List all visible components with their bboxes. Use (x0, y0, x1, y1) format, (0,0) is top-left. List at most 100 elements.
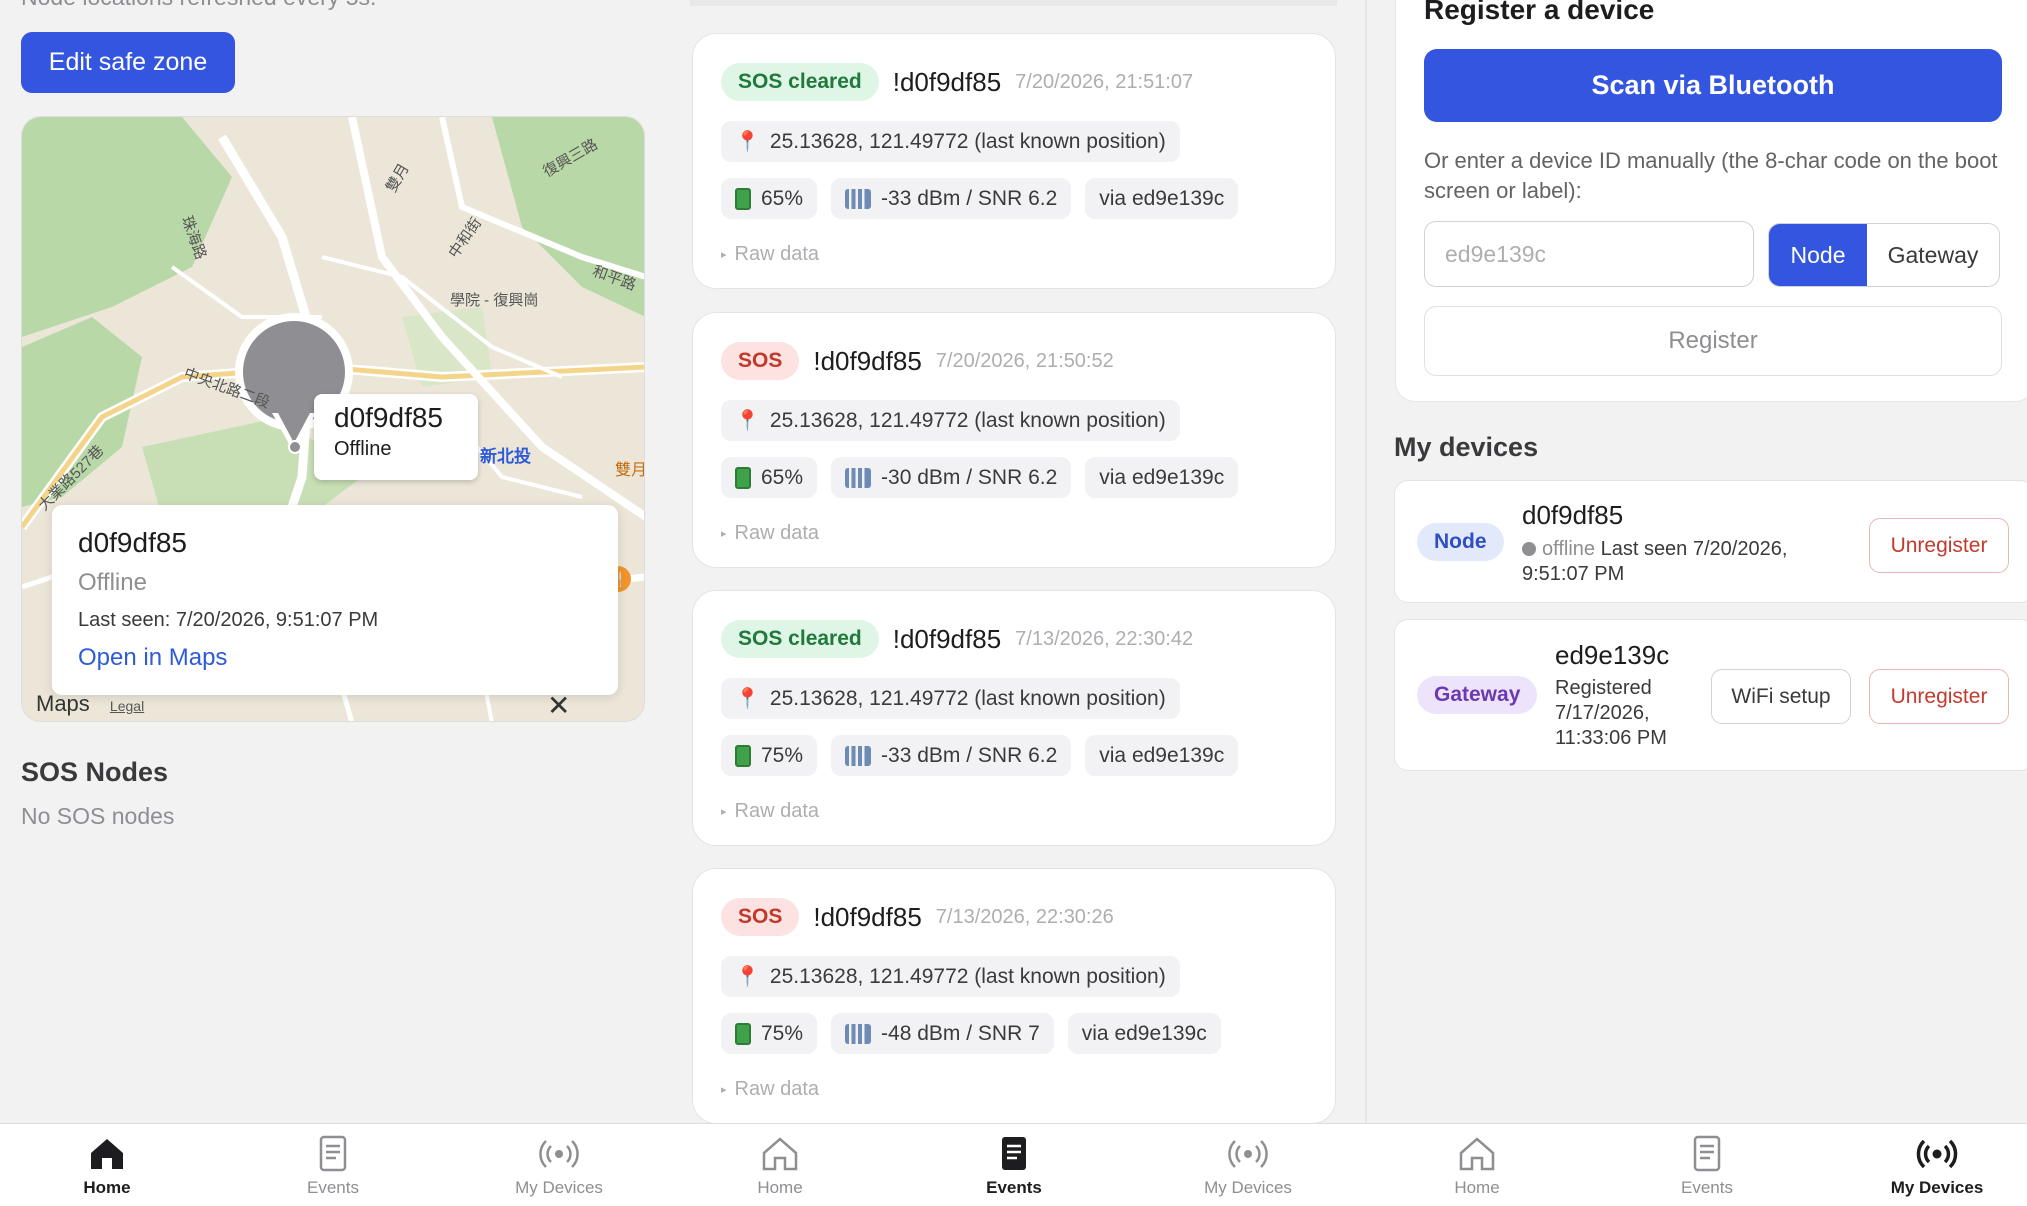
map-label: 新北投 (480, 447, 531, 466)
tab-home[interactable]: Home (22, 1124, 192, 1206)
event-timestamp: 7/20/2026, 21:51:07 (1015, 70, 1194, 93)
location-pin-icon: 📍 (735, 410, 760, 432)
tab-my-devices[interactable]: My Devices (1163, 1124, 1333, 1206)
disclosure-triangle-icon: ▸ (721, 528, 727, 541)
top-divider (690, 0, 1337, 6)
events-icon (1002, 1137, 1026, 1170)
broadcast-icon (539, 1140, 579, 1168)
device-state: offline (1542, 538, 1596, 560)
event-type-badge: SOS cleared (721, 620, 879, 658)
events-icon (319, 1135, 347, 1172)
scan-bluetooth-button[interactable]: Scan via Bluetooth (1424, 49, 2002, 122)
event-node-id: !d0f9df85 (813, 345, 922, 376)
tab-label: Home (83, 1178, 131, 1197)
tab-events[interactable]: Events (248, 1124, 418, 1206)
battery-text: 65% (761, 465, 804, 489)
position-chip: 📍 25.13628, 121.49772 (last known positio… (721, 121, 1180, 162)
event-timestamp: 7/20/2026, 21:50:52 (935, 349, 1114, 372)
close-icon[interactable]: ✕ (547, 689, 570, 721)
event-timestamp: 7/13/2026, 22:30:26 (935, 905, 1114, 928)
battery-chip: 65% (721, 178, 818, 219)
event-card: SOS !d0f9df85 7/13/2026, 22:30:26 📍 25.13… (692, 868, 1336, 1124)
tab-label: My Devices (515, 1178, 603, 1197)
open-in-maps-link[interactable]: Open in Maps (78, 644, 227, 672)
position-text: 25.13628, 121.49772 (last known position… (769, 408, 1166, 432)
battery-text: 75% (761, 743, 804, 767)
tab-bar-devices: Home Events My Devices (1366, 1123, 2027, 1206)
events-screen: SOS cleared !d0f9df85 7/20/2026, 21:51:0… (690, 0, 1337, 1124)
tab-label: My Devices (1890, 1178, 1984, 1197)
tab-bar-home: Home Events My Devices (0, 1123, 676, 1206)
tab-label: Home (1454, 1178, 1500, 1197)
refresh-note: Node locations refreshed every 5s. (21, 0, 376, 11)
raw-data-label: Raw data (734, 243, 820, 265)
battery-icon (735, 466, 751, 489)
device-id-input[interactable] (1424, 221, 1754, 287)
tab-home[interactable]: Home (695, 1124, 865, 1206)
tab-label: Home (757, 1178, 803, 1197)
home-icon (762, 1137, 798, 1171)
edit-safe-zone-button[interactable]: Edit safe zone (21, 32, 235, 93)
map-pin-callout[interactable]: d0f9df85 Offline (314, 394, 478, 480)
signal-icon (845, 1023, 872, 1044)
position-chip: 📍 25.13628, 121.49772 (last known positio… (721, 956, 1180, 997)
event-type-badge: SOS (721, 898, 800, 936)
register-help-text: Or enter a device ID manually (the 8-cha… (1424, 148, 1998, 203)
raw-data-label: Raw data (734, 522, 820, 544)
node-status: Offline (78, 569, 147, 596)
event-card: SOS cleared !d0f9df85 7/20/2026, 21:51:0… (692, 33, 1336, 289)
device-type-badge: Gateway (1417, 676, 1538, 714)
tab-label: Events (986, 1178, 1042, 1197)
via-chip: via ed9e139c (1085, 735, 1239, 776)
disclosure-triangle-icon: ▸ (721, 249, 727, 262)
wifi-setup-button[interactable]: WiFi setup (1711, 669, 1851, 724)
tab-events[interactable]: Events (1622, 1124, 1792, 1206)
broadcast-icon (1228, 1140, 1268, 1168)
battery-chip: 75% (721, 735, 818, 776)
location-pin-icon: 📍 (735, 688, 760, 710)
tab-my-devices[interactable]: My Devices (474, 1124, 644, 1206)
battery-text: 75% (761, 1021, 804, 1045)
device-type-toggle: Node Gateway (1768, 223, 2000, 287)
tab-my-devices[interactable]: My Devices (1852, 1124, 2022, 1206)
unregister-button[interactable]: Unregister (1869, 518, 2009, 573)
map-view[interactable]: 學院 - 復興崗 中央北路二段 大業路527巷 雙月 中和街 復興三路 和平路 … (21, 116, 645, 722)
location-pin-icon: 📍 (735, 966, 760, 988)
tab-home[interactable]: Home (1392, 1124, 1562, 1206)
signal-icon (845, 745, 872, 766)
raw-data-toggle[interactable]: ▸ Raw data (721, 1078, 819, 1101)
signal-chip: -33 dBm / SNR 6.2 (831, 735, 1072, 776)
register-button[interactable]: Register (1424, 306, 2002, 376)
battery-chip: 65% (721, 457, 818, 498)
event-card: SOS cleared !d0f9df85 7/13/2026, 22:30:4… (692, 590, 1336, 846)
tab-events[interactable]: Events (929, 1124, 1099, 1206)
via-chip: via ed9e139c (1085, 178, 1239, 219)
node-info-card: d0f9df85 Offline Last seen: 7/20/2026, 9… (52, 505, 618, 695)
type-gateway-option[interactable]: Gateway (1867, 224, 1999, 286)
home-icon (1459, 1137, 1495, 1171)
device-status: offline Last seen 7/20/2026, 9:51:07 PM (1522, 537, 1832, 587)
device-name: ed9e139c (1555, 640, 1670, 670)
device-type-badge: Node (1417, 523, 1504, 561)
position-chip: 📍 25.13628, 121.49772 (last known positio… (721, 400, 1180, 441)
event-node-id: !d0f9df85 (892, 623, 1002, 654)
signal-text: -48 dBm / SNR 7 (881, 1021, 1040, 1045)
tab-label: Events (307, 1178, 359, 1197)
signal-chip: -33 dBm / SNR 6.2 (831, 178, 1072, 219)
raw-data-toggle[interactable]: ▸ Raw data (721, 522, 819, 545)
sos-nodes-heading: SOS Nodes (21, 757, 169, 787)
map-label: 學院 - 復興崗 (450, 292, 539, 309)
legal-link[interactable]: Legal (110, 698, 144, 714)
device-card-node: Node d0f9df85 offline Last seen 7/20/202… (1394, 480, 2027, 603)
unregister-button[interactable]: Unregister (1869, 669, 2009, 724)
raw-data-toggle[interactable]: ▸ Raw data (721, 800, 819, 823)
event-card: SOS !d0f9df85 7/20/2026, 21:50:52 📍 25.13… (692, 312, 1336, 568)
type-node-option[interactable]: Node (1769, 224, 1867, 286)
event-timestamp: 7/13/2026, 22:30:42 (1015, 627, 1194, 650)
my-devices-heading: My devices (1394, 432, 1539, 462)
raw-data-toggle[interactable]: ▸ Raw data (721, 243, 819, 266)
event-type-badge: SOS cleared (721, 63, 879, 101)
signal-icon (845, 467, 872, 488)
via-chip: via ed9e139c (1085, 457, 1239, 498)
signal-text: -30 dBm / SNR 6.2 (881, 465, 1058, 489)
